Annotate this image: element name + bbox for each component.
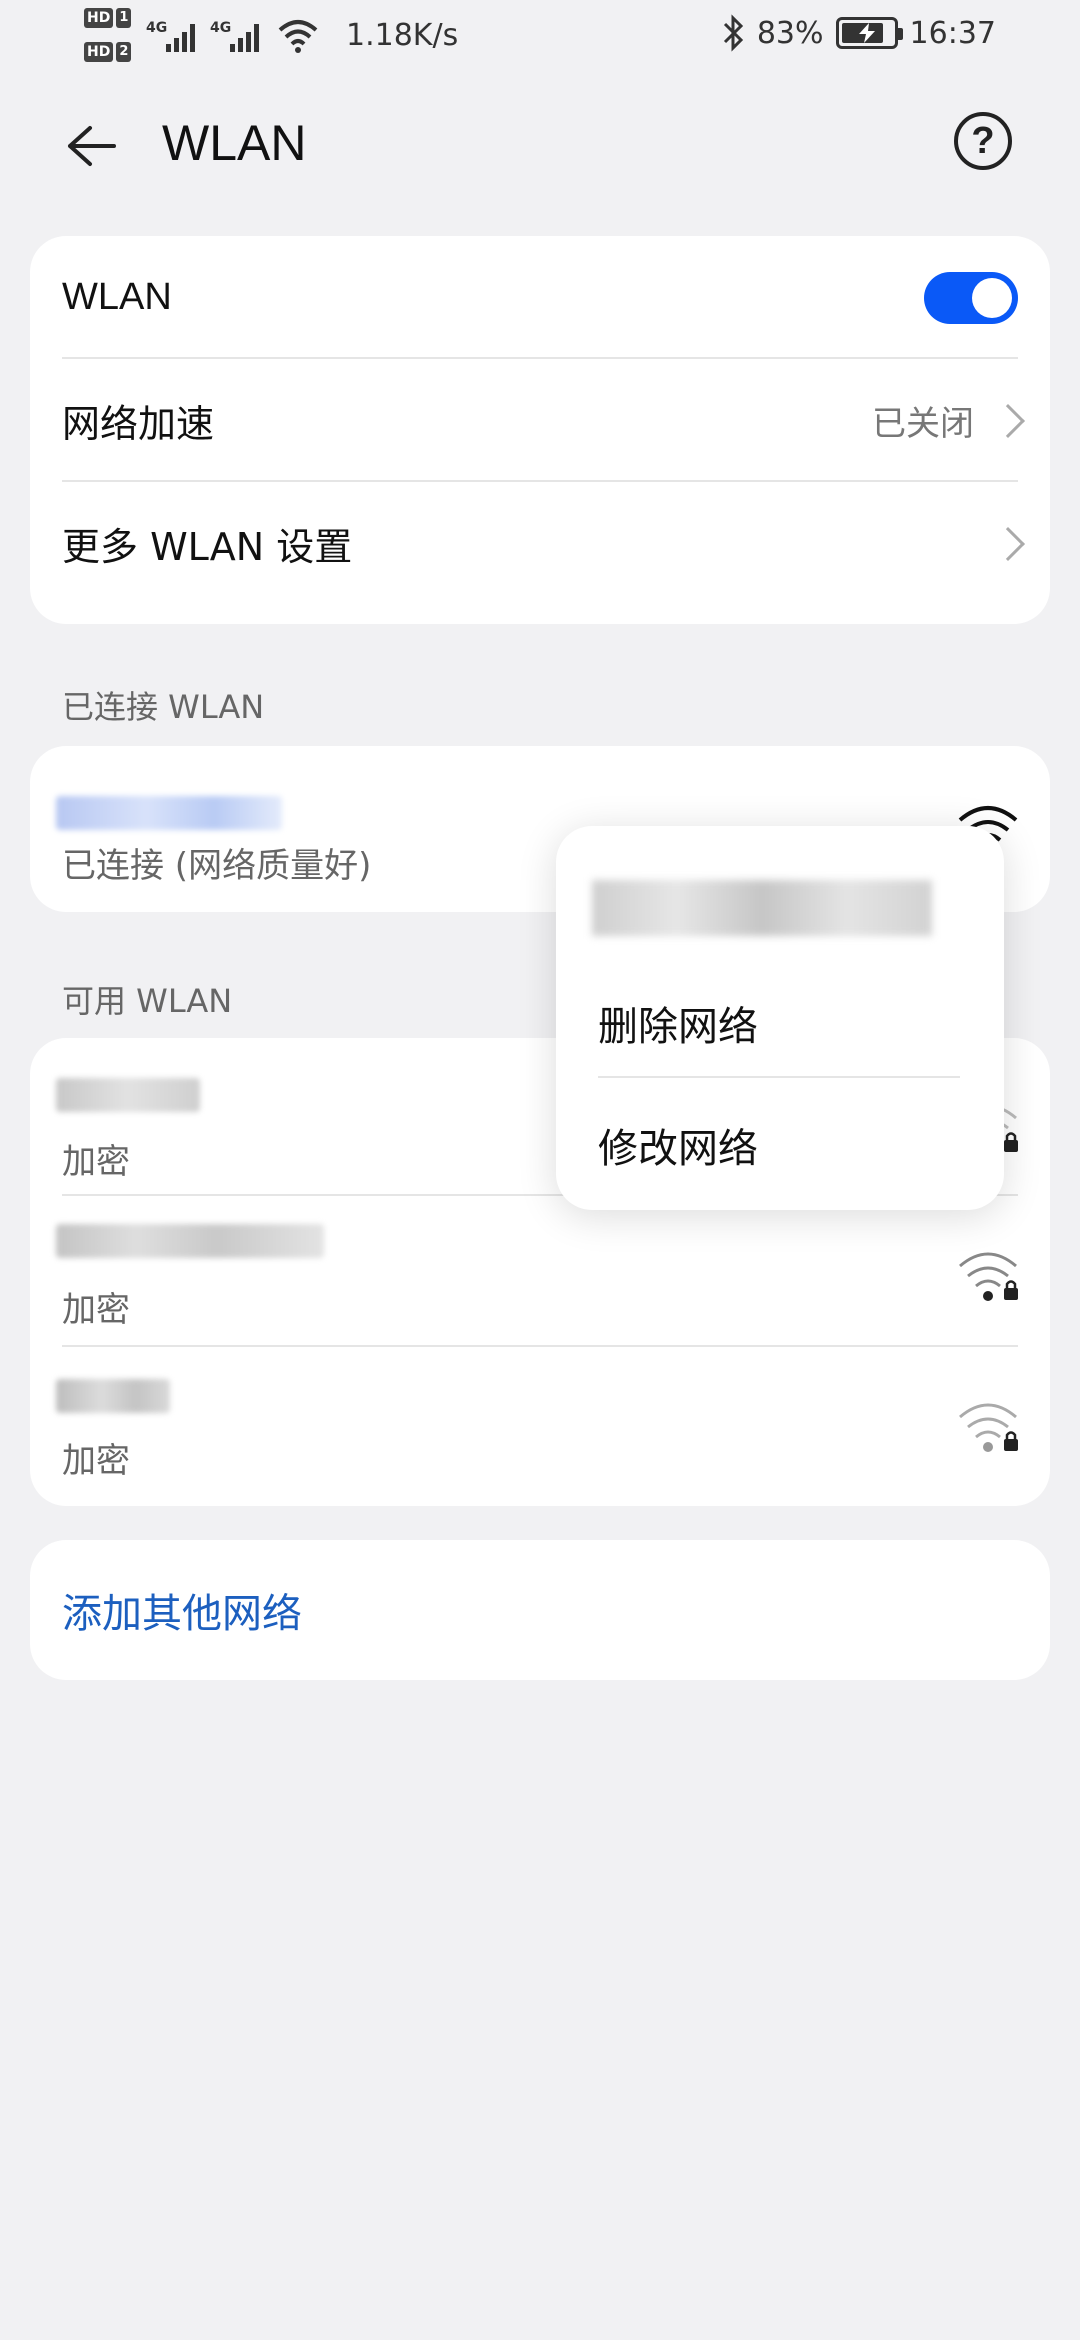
available-section-title: 可用 WLAN — [62, 982, 233, 1020]
available-network-row[interactable]: 加密 — [30, 1196, 1050, 1347]
add-network-row[interactable]: 添加其他网络 — [30, 1540, 1050, 1680]
network-name-redacted — [56, 1078, 200, 1112]
page-header: WLAN ? — [0, 100, 1080, 190]
chevron-right-icon — [991, 403, 1025, 438]
sim2-signal-icon: 4G — [210, 20, 259, 52]
hd2-badge: HD — [84, 42, 114, 62]
status-bar: HD 1 HD 2 4G 4G 1.18K/s 83% 16:37 — [0, 0, 1080, 80]
connected-section-title: 已连接 WLAN — [62, 688, 265, 726]
back-arrow-icon[interactable] — [58, 114, 122, 178]
charging-bolt-icon — [858, 23, 875, 43]
wifi-locked-icon — [959, 1252, 1018, 1301]
sim1-network-label: 4G — [146, 20, 167, 36]
add-other-network-link[interactable]: 添加其他网络 — [62, 1581, 302, 1639]
help-glyph: ? — [971, 119, 995, 162]
clock: 16:37 — [909, 15, 996, 51]
status-right: 83% 16:37 — [721, 14, 996, 52]
wlan-switch[interactable] — [924, 271, 1018, 324]
sim1-signal-icon: 4G — [146, 20, 195, 52]
acceleration-label: 网络加速 — [62, 402, 215, 446]
available-network-row[interactable]: 加密 — [30, 1347, 1050, 1498]
network-name-redacted — [56, 796, 282, 830]
sim2-network-label: 4G — [210, 20, 231, 36]
hd-indicators: HD 1 HD 2 — [84, 6, 136, 74]
bluetooth-icon — [723, 14, 743, 52]
add-network-card[interactable]: 添加其他网络 — [30, 1540, 1050, 1680]
wlan-label: WLAN — [62, 276, 172, 318]
wlan-toggle-row[interactable]: WLAN — [30, 236, 1050, 359]
wifi-status-icon — [278, 20, 318, 53]
more-wlan-settings-row[interactable]: 更多 WLAN 设置 — [30, 482, 1050, 605]
battery-charging-icon — [835, 17, 903, 49]
modify-network-item[interactable]: 修改网络 — [598, 1116, 758, 1174]
battery-percent: 83% — [756, 15, 824, 51]
wlan-settings-card: WLAN 网络加速 已关闭 更多 WLAN 设置 — [30, 236, 1050, 624]
security-label: 加密 — [62, 1441, 130, 1481]
delete-network-item[interactable]: 删除网络 — [598, 994, 758, 1052]
connection-status: 已连接 (网络质量好) — [62, 846, 372, 886]
help-icon[interactable]: ? — [954, 112, 1012, 170]
network-name-redacted — [56, 1224, 324, 1258]
hd1-num: 1 — [116, 8, 132, 28]
hd1-badge: HD — [84, 8, 114, 28]
network-name-redacted — [56, 1379, 170, 1413]
acceleration-value: 已关闭 — [872, 404, 974, 444]
security-label: 加密 — [62, 1142, 130, 1182]
network-context-menu: 删除网络 修改网络 — [556, 826, 1004, 1210]
network-speed: 1.18K/s — [346, 18, 459, 53]
switch-knob — [972, 277, 1012, 318]
network-acceleration-row[interactable]: 网络加速 已关闭 — [30, 359, 1050, 482]
popup-network-name-redacted — [592, 880, 932, 936]
security-label: 加密 — [62, 1290, 130, 1330]
chevron-right-icon — [991, 526, 1025, 561]
page-title: WLAN — [162, 115, 307, 171]
hd2-num: 2 — [116, 42, 132, 62]
wifi-locked-icon — [959, 1403, 1018, 1452]
more-settings-label: 更多 WLAN 设置 — [62, 525, 353, 569]
